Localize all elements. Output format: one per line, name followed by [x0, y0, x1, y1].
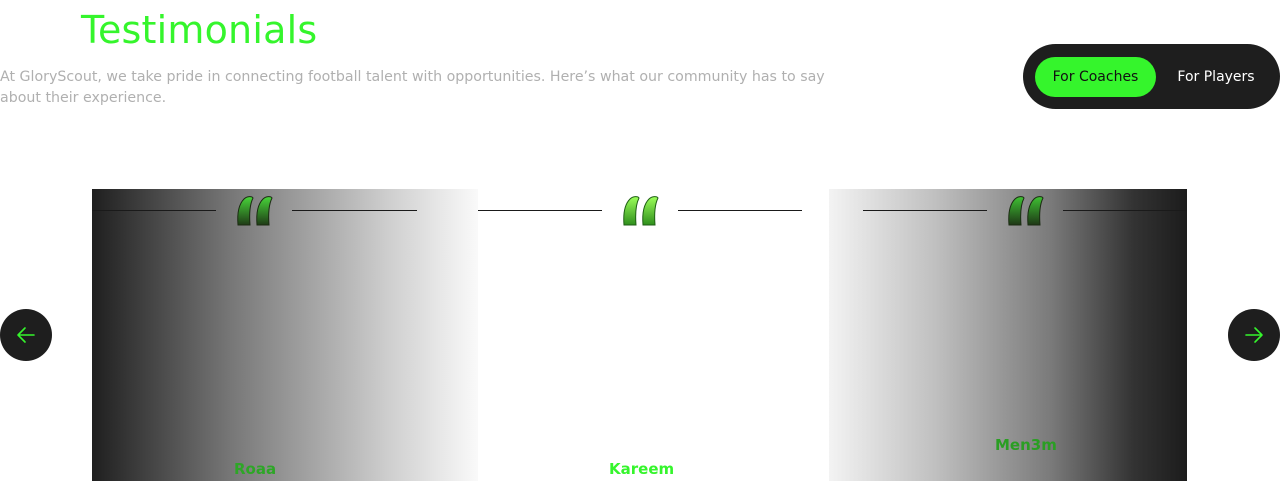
- page-title: Testimonials: [81, 8, 318, 52]
- divider-line: [863, 210, 987, 211]
- arrow-right-icon: [1245, 327, 1263, 343]
- divider-line: [478, 210, 602, 211]
- previous-testimonial-button[interactable]: [0, 309, 52, 361]
- audience-toggle: For Coaches For Players: [1023, 44, 1280, 109]
- for-coaches-button[interactable]: For Coaches: [1035, 57, 1156, 97]
- testimonials-page: Testimonials At GloryScout, we take prid…: [0, 0, 1280, 481]
- quote-icon: [623, 196, 659, 226]
- testimonial-author: Roaa: [234, 460, 277, 478]
- testimonial-author: Men3m: [995, 436, 1057, 454]
- testimonial-card: Roaa: [92, 189, 489, 481]
- testimonial-author: Kareem: [609, 460, 675, 478]
- testimonial-card: Kareem: [478, 189, 803, 481]
- arrow-left-icon: [17, 327, 35, 343]
- for-players-button[interactable]: For Players: [1161, 57, 1271, 97]
- quote-icon: [237, 196, 273, 226]
- testimonial-card: Men3m: [829, 189, 1187, 481]
- divider-line: [292, 210, 417, 211]
- quote-icon: [1008, 196, 1044, 226]
- divider-line: [92, 210, 216, 211]
- intro-text: At GloryScout, we take pride in connecti…: [0, 69, 825, 106]
- divider-line: [1063, 210, 1187, 211]
- next-testimonial-button[interactable]: [1228, 309, 1280, 361]
- divider-line: [678, 210, 802, 211]
